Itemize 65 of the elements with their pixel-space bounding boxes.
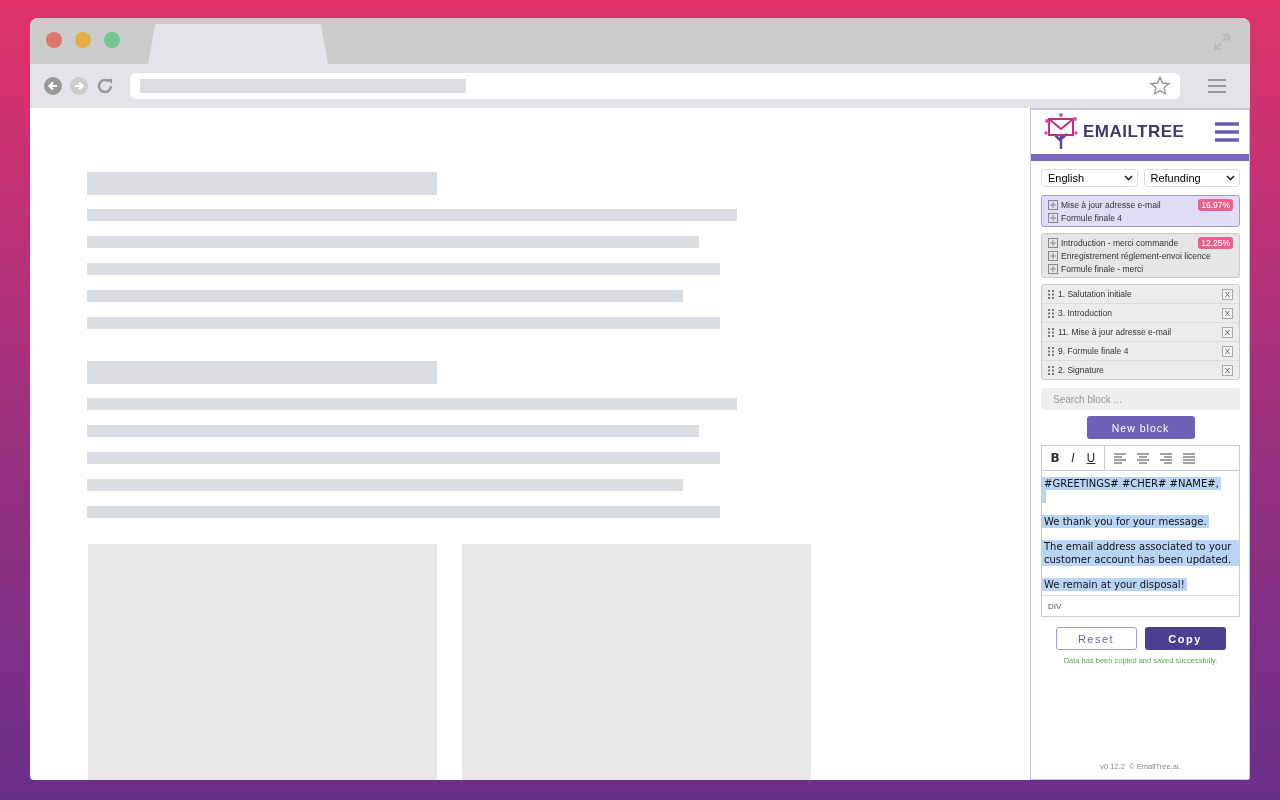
drag-handle-icon[interactable] xyxy=(1048,289,1054,299)
align-icon[interactable] xyxy=(1160,452,1172,464)
align-icon[interactable] xyxy=(1183,452,1195,464)
drag-handle-icon[interactable] xyxy=(1048,308,1054,318)
back-icon[interactable] xyxy=(44,77,62,95)
menu-icon[interactable] xyxy=(1215,122,1239,142)
drag-handle-icon[interactable] xyxy=(1048,365,1054,375)
text-editor[interactable]: B I U #GREETINGS# #CHER# #NAME#, We thank you for your message. The email address associated to your customer account has been updated. We remain at your disposal! DIV xyxy=(1041,445,1240,617)
suggestion-label: Formule finale 4 xyxy=(1061,212,1122,223)
forward-icon[interactable] xyxy=(70,77,88,95)
drag-handle-icon[interactable] xyxy=(1048,346,1054,356)
block-item[interactable]: 1. Salutation initiale X xyxy=(1042,285,1239,304)
reset-button[interactable]: Reset xyxy=(1055,627,1137,650)
suggestion-label: Formule finale - merci xyxy=(1061,263,1144,274)
plus-icon[interactable] xyxy=(1048,250,1058,261)
align-icon[interactable] xyxy=(1137,452,1149,464)
block-label: 11. Mise à jour adresse e-mail xyxy=(1058,327,1173,337)
tree-logo-icon xyxy=(1043,113,1079,151)
copy-button[interactable]: Copy xyxy=(1144,627,1226,650)
address-bar[interactable] xyxy=(130,73,1180,99)
align-icon[interactable] xyxy=(1114,452,1126,464)
plus-icon[interactable] xyxy=(1048,263,1058,274)
search-field[interactable]: Search block ... xyxy=(1041,388,1240,410)
element-path: DIV xyxy=(1048,601,1062,611)
block-item[interactable]: 3. Introduction X xyxy=(1042,304,1239,323)
editor-text: #GREETINGS# #CHER# #NAME#, xyxy=(1042,477,1221,490)
suggestion-label: Introduction - merci commande xyxy=(1061,237,1179,248)
plus-icon[interactable] xyxy=(1048,237,1058,248)
chevron-down-icon xyxy=(1226,175,1235,181)
suggestion-label: Enregistrement réglement-envoi licence xyxy=(1061,250,1211,261)
block-label: 2. Signature xyxy=(1058,365,1105,375)
chevron-down-icon xyxy=(1123,175,1133,181)
remove-button[interactable]: X xyxy=(1222,288,1233,300)
reload-icon[interactable] xyxy=(96,77,114,95)
plus-icon[interactable] xyxy=(1048,199,1058,210)
category-select[interactable]: Refunding xyxy=(1143,169,1240,187)
remove-button[interactable]: X xyxy=(1222,307,1233,319)
editor-text: The email address associated to your customer account has been updated. xyxy=(1042,540,1239,566)
new-block-button[interactable]: New block xyxy=(1086,416,1195,439)
remove-button[interactable]: X xyxy=(1222,345,1233,357)
plus-icon[interactable] xyxy=(1048,212,1058,223)
remove-button[interactable]: X xyxy=(1222,326,1233,338)
block-item[interactable]: 9. Formule finale 4 X xyxy=(1042,342,1239,361)
suggestion-label: Mise à jour adresse e-mail xyxy=(1061,199,1161,210)
format-button[interactable]: U xyxy=(1085,451,1097,465)
block-label: 1. Salutation initiale xyxy=(1058,289,1133,299)
logo-text: EMAILTREE xyxy=(1083,122,1185,142)
block-item[interactable]: 2. Signature X xyxy=(1042,361,1239,379)
format-button[interactable]: I xyxy=(1067,451,1079,465)
suggestion-group[interactable]: Mise à jour adresse e-mail 16.97% Formule finale 4 xyxy=(1041,195,1240,227)
remove-button[interactable]: X xyxy=(1222,364,1233,376)
suggestion-group[interactable]: Introduction - merci commande 12.25% Enregistrement réglement-envoi licence Formule finale - merci xyxy=(1041,233,1240,278)
block-label: 3. Introduction xyxy=(1058,308,1113,318)
format-button[interactable]: B xyxy=(1049,451,1061,465)
editor-text: We thank you for your message. xyxy=(1042,515,1209,528)
drag-handle-icon[interactable] xyxy=(1048,327,1054,337)
close-window-icon[interactable] xyxy=(46,32,62,48)
block-label: 9. Formule finale 4 xyxy=(1058,346,1130,356)
menu-icon[interactable] xyxy=(1208,79,1226,93)
percentage-badge: 16.97% xyxy=(1198,198,1233,211)
block-item[interactable]: 11. Mise à jour adresse e-mail X xyxy=(1042,323,1239,342)
language-select[interactable]: English xyxy=(1041,169,1138,187)
percentage-badge: 12.25% xyxy=(1198,236,1233,249)
editor-text: We remain at your disposal! xyxy=(1042,578,1187,591)
star-icon[interactable] xyxy=(1150,76,1170,96)
